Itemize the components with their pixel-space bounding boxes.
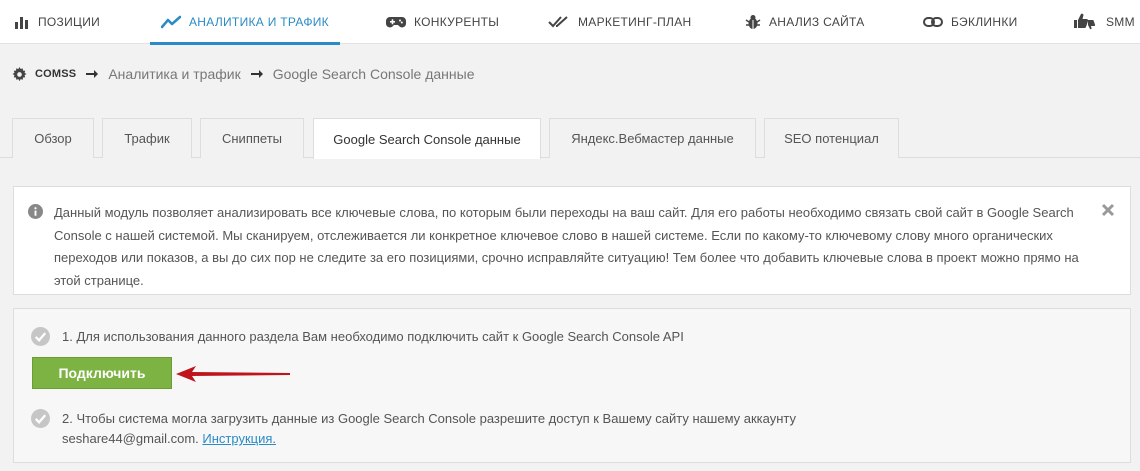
nav-item-competitors[interactable]: Конкуренты (386, 0, 499, 44)
close-icon[interactable] (1101, 203, 1115, 217)
gear-icon (12, 66, 27, 81)
double-check-icon (548, 16, 568, 28)
nav-item-label: Конкуренты (414, 15, 500, 29)
tab-overview[interactable]: Обзор (12, 118, 94, 158)
tab-snippets[interactable]: Сниппеты (200, 118, 304, 158)
nav-item-site-audit[interactable]: Анализ сайта (745, 0, 865, 44)
account-email: seshare44@gmail.com. (62, 431, 199, 446)
thumbs-icon (1074, 13, 1096, 30)
tab-google-search-console[interactable]: Google Search Console данные (313, 118, 541, 159)
nav-item-label: Бэклинки (951, 15, 1018, 29)
nav-item-marketing-plan[interactable]: Маркетинг-план (548, 0, 691, 44)
info-text: Данный модуль позволяет анализировать вс… (54, 205, 1079, 288)
nav-item-label: Аналитика и трафик (189, 15, 329, 29)
arrow-right-icon (250, 69, 263, 79)
nav-item-smm[interactable]: SMM (1072, 0, 1135, 44)
nav-item-label: Позиции (38, 15, 101, 29)
step-2-text: 2. Чтобы система могла загрузить данные … (62, 409, 1062, 449)
bar-chart-icon (15, 17, 28, 29)
nav-item-label: SMM (1106, 15, 1135, 29)
nav-item-label: Маркетинг-план (578, 15, 692, 29)
setup-steps-panel: 1. Для использования данного раздела Вам… (13, 308, 1131, 463)
breadcrumb: COMSS Аналитика и трафик Google Search C… (12, 64, 475, 84)
nav-item-backlinks[interactable]: Бэклинки (923, 0, 1018, 44)
arrow-right-icon (86, 69, 99, 79)
red-arrow-annotation (176, 366, 290, 382)
connect-button[interactable]: Подключить (32, 357, 172, 389)
link-icon (923, 17, 943, 27)
info-icon (28, 204, 43, 219)
nav-item-label: Анализ сайта (769, 15, 865, 29)
trend-line-icon (161, 15, 181, 29)
bug-icon (745, 15, 761, 29)
nav-item-positions[interactable]: Позиции (14, 0, 100, 44)
step-2-description: 2. Чтобы система могла загрузить данные … (62, 411, 797, 426)
breadcrumb-current: Google Search Console данные (272, 66, 475, 82)
instruction-link[interactable]: Инструкция. (202, 431, 276, 446)
gamepad-icon (386, 17, 406, 28)
top-navigation: Позиции Аналитика и трафик Конкуренты Ма… (0, 0, 1140, 45)
breadcrumb-item[interactable]: Аналитика и трафик (108, 66, 240, 82)
info-alert: Данный модуль позволяет анализировать вс… (13, 186, 1131, 295)
tab-traffic[interactable]: Трафик (102, 118, 192, 158)
check-circle-icon (31, 327, 50, 346)
tab-seo-potential[interactable]: SEO потенциал (764, 118, 899, 158)
breadcrumb-root[interactable]: COMSS (35, 68, 76, 80)
step-1-text: 1. Для использования данного раздела Вам… (62, 329, 684, 344)
check-circle-icon (31, 409, 50, 428)
tab-yandex-webmaster[interactable]: Яндекс.Вебмастер данные (549, 118, 756, 158)
nav-item-analytics[interactable]: Аналитика и трафик (150, 0, 340, 45)
